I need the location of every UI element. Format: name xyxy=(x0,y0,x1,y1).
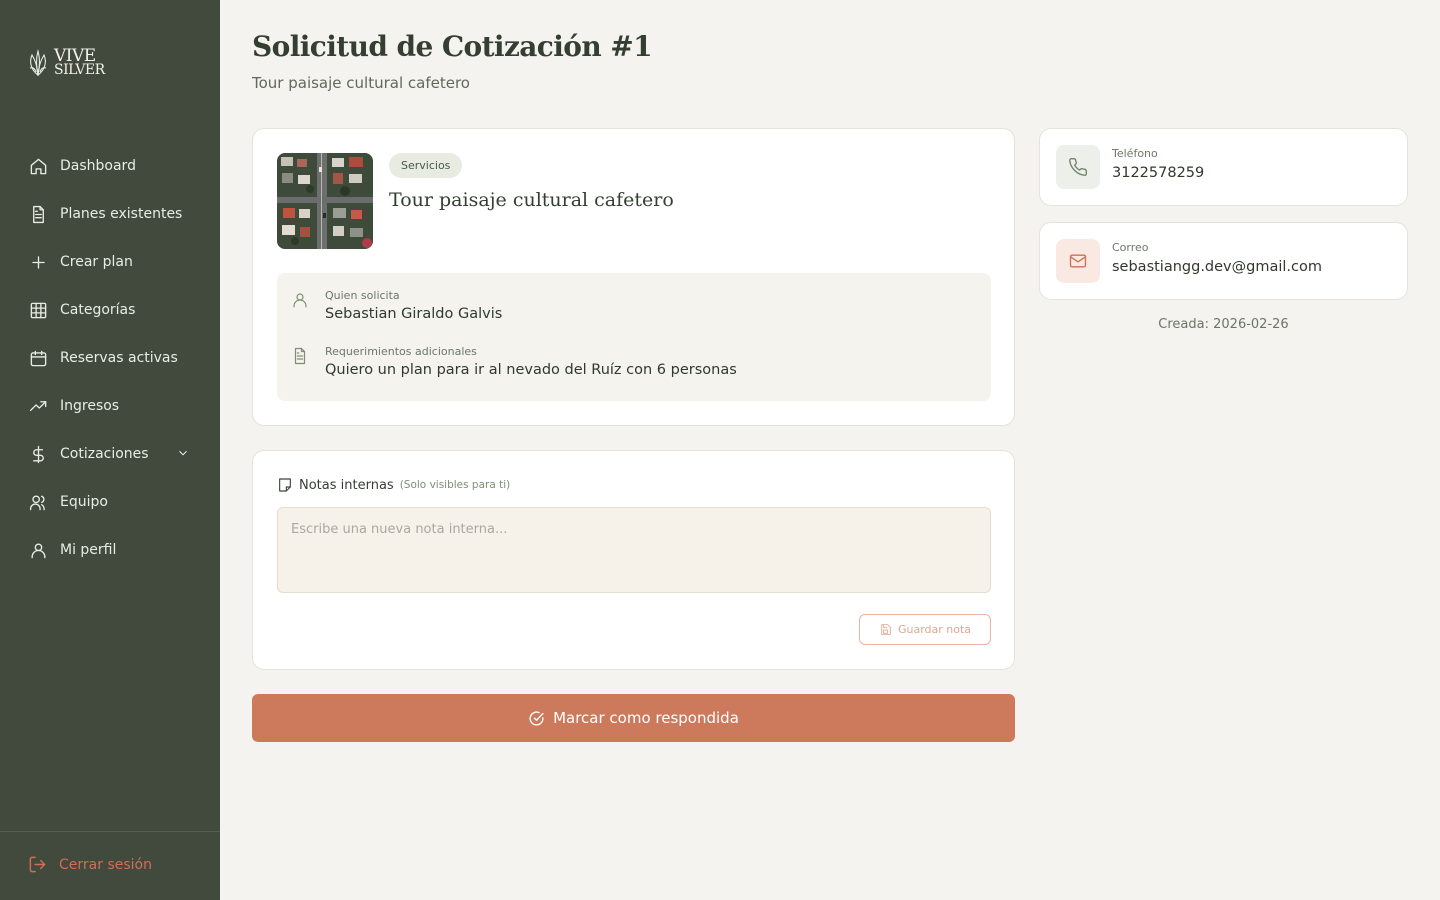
email-value[interactable]: sebastiangg.dev@gmail.com xyxy=(1112,259,1322,275)
plan-thumbnail xyxy=(277,153,373,249)
phone-value[interactable]: 3122578259 xyxy=(1112,165,1204,181)
chevron-down-icon[interactable] xyxy=(176,446,190,460)
trending-up-icon xyxy=(28,396,48,416)
mark-answered-label: Marcar como respondida xyxy=(553,709,739,727)
requester-name: Sebastian Giraldo Galvis xyxy=(325,306,503,322)
logout-icon xyxy=(29,856,46,873)
internal-notes-card: Notas internas (Solo visibles para ti) G… xyxy=(252,450,1015,670)
aerial-neighborhood-image xyxy=(277,153,373,249)
home-icon xyxy=(28,156,48,176)
category-badge: Servicios xyxy=(389,153,463,178)
sidebar-item-dashboard[interactable]: Dashboard xyxy=(0,142,220,190)
sidebar-item-reservas-activas[interactable]: Reservas activas xyxy=(0,334,220,382)
phone-label: Teléfono xyxy=(1112,147,1158,160)
request-details: Quien solicita Sebastian Giraldo Galvis … xyxy=(277,273,991,401)
phone-card: Teléfono 3122578259 xyxy=(1039,128,1408,206)
notes-hint: (Solo visibles para ti) xyxy=(399,479,511,491)
created-date: Creada: 2026-02-26 xyxy=(1158,317,1289,332)
save-note-button[interactable]: Guardar nota xyxy=(859,614,991,645)
user-icon xyxy=(28,540,48,560)
brand-line-2: SILVER xyxy=(54,62,105,78)
calendar-icon xyxy=(28,348,48,368)
sidebar-divider xyxy=(0,831,220,832)
dollar-icon xyxy=(28,444,48,464)
requirements-label: Requerimientos adicionales xyxy=(325,345,477,358)
brand-logo[interactable]: VIVE SILVER xyxy=(26,48,105,78)
logout-button[interactable]: Cerrar sesión xyxy=(28,855,152,874)
sidebar: VIVE SILVER Dashboard Planes existentes … xyxy=(0,0,220,900)
users-icon xyxy=(28,492,48,512)
grid-icon xyxy=(28,300,48,320)
requirements-text: Quiero un plan para ir al nevado del Ruí… xyxy=(325,362,737,378)
sidebar-item-label: Reservas activas xyxy=(60,350,178,366)
requirements-row: Requerimientos adicionales Quiero un pla… xyxy=(291,345,737,378)
user-icon xyxy=(291,291,311,311)
plus-icon xyxy=(28,252,48,272)
phone-icon xyxy=(1056,145,1100,189)
requester-row: Quien solicita Sebastian Giraldo Galvis xyxy=(291,289,502,322)
new-note-input[interactable] xyxy=(277,507,991,593)
sidebar-item-planes-existentes[interactable]: Planes existentes xyxy=(0,190,220,238)
mail-icon xyxy=(1056,239,1100,283)
page-subtitle: Tour paisaje cultural cafetero xyxy=(252,74,470,92)
logout-label: Cerrar sesión xyxy=(59,856,152,873)
email-card: Correo sebastiangg.dev@gmail.com xyxy=(1039,222,1408,300)
notes-title: Notas internas xyxy=(299,477,394,493)
check-circle-icon xyxy=(529,710,544,726)
mark-answered-button[interactable]: Marcar como respondida xyxy=(252,694,1015,742)
sidebar-item-label: Categorías xyxy=(60,302,136,318)
sidebar-item-categorias[interactable]: Categorías xyxy=(0,286,220,334)
sidebar-item-label: Crear plan xyxy=(60,254,133,270)
sidebar-item-cotizaciones[interactable]: Cotizaciones xyxy=(0,430,220,478)
sidebar-item-equipo[interactable]: Equipo xyxy=(0,478,220,526)
leaf-emblem-icon xyxy=(29,48,47,77)
sidebar-item-label: Cotizaciones xyxy=(60,446,149,462)
brand-wordmark: VIVE SILVER xyxy=(54,46,105,78)
plan-name: Tour paisaje cultural cafetero xyxy=(389,189,674,211)
email-label: Correo xyxy=(1112,241,1149,254)
sidebar-item-label: Mi perfil xyxy=(60,542,117,558)
notes-header: Notas internas (Solo visibles para ti) xyxy=(277,477,510,493)
sidebar-item-label: Dashboard xyxy=(60,158,136,174)
sidebar-item-label: Ingresos xyxy=(60,398,120,414)
request-card: Servicios Tour paisaje cultural cafetero… xyxy=(252,128,1015,426)
file-text-icon xyxy=(28,204,48,224)
sidebar-item-ingresos[interactable]: Ingresos xyxy=(0,382,220,430)
sticky-note-icon xyxy=(279,478,291,492)
save-icon xyxy=(881,624,891,635)
file-text-icon xyxy=(291,347,311,367)
sidebar-item-mi-perfil[interactable]: Mi perfil xyxy=(0,526,220,574)
brand-line-1: VIVE xyxy=(54,46,96,66)
page-title: Solicitud de Cotización #1 xyxy=(252,30,653,63)
sidebar-item-label: Equipo xyxy=(60,494,108,510)
sidebar-item-crear-plan[interactable]: Crear plan xyxy=(0,238,220,286)
requester-label: Quien solicita xyxy=(325,289,400,302)
sidebar-item-label: Planes existentes xyxy=(60,206,183,222)
save-note-label: Guardar nota xyxy=(897,623,972,636)
sidebar-nav: Dashboard Planes existentes Crear plan C… xyxy=(0,142,220,574)
